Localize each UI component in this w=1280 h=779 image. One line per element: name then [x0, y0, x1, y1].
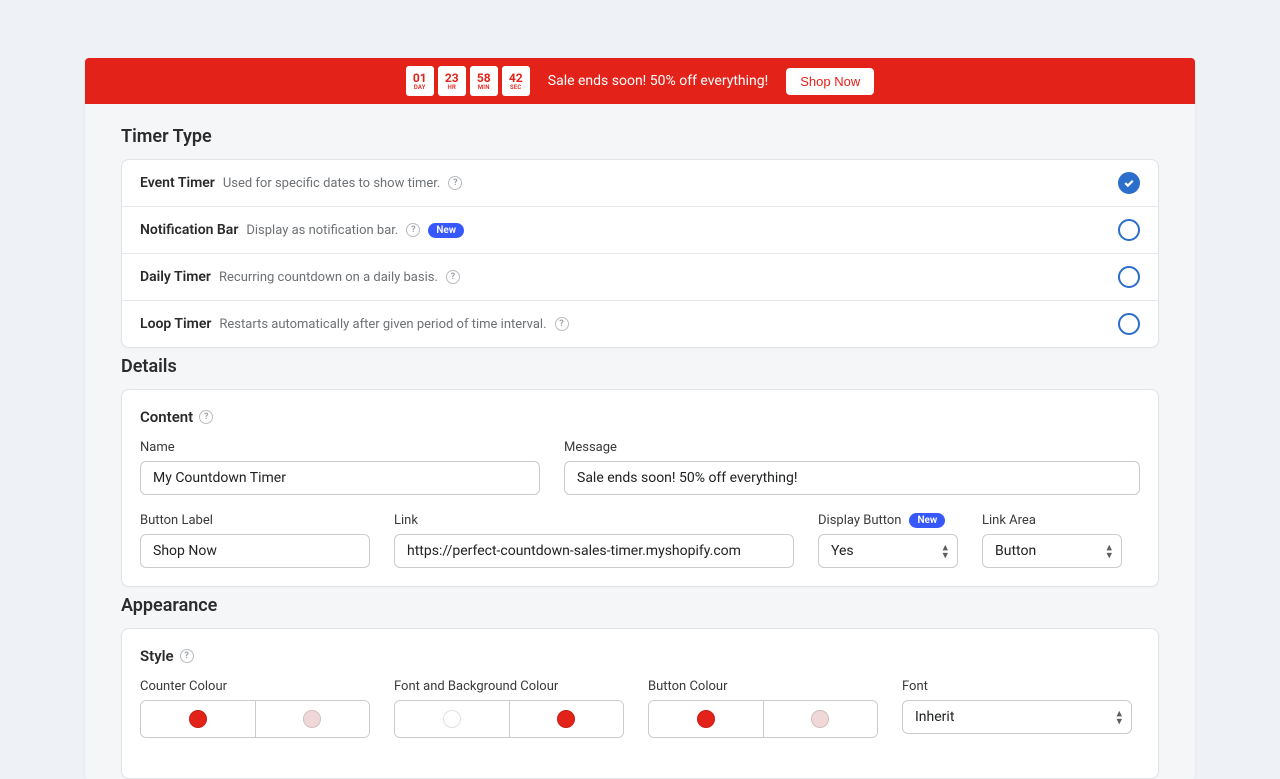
- new-badge: New: [428, 223, 464, 238]
- colour-dot-icon: [557, 710, 575, 728]
- timer-type-option-daily[interactable]: Daily Timer Recurring countdown on a dai…: [122, 254, 1158, 301]
- timer-type-option-loop[interactable]: Loop Timer Restarts automatically after …: [122, 301, 1158, 347]
- help-icon[interactable]: ?: [448, 176, 462, 190]
- link-label: Link: [394, 513, 794, 528]
- style-label: Style: [140, 647, 174, 665]
- timer-num: 01: [413, 72, 427, 84]
- colour-dot-icon: [189, 710, 207, 728]
- radio-selected-icon[interactable]: [1118, 172, 1140, 194]
- message-input[interactable]: [564, 461, 1140, 495]
- style-subheading: Style ?: [140, 647, 1140, 665]
- colour-swatch[interactable]: [509, 701, 624, 737]
- colour-dot-icon: [303, 710, 321, 728]
- section-title-details: Details: [121, 356, 1159, 377]
- colour-swatch[interactable]: [255, 701, 370, 737]
- message-label: Message: [564, 440, 1140, 455]
- help-icon[interactable]: ?: [446, 270, 460, 284]
- display-button-label-text: Display Button: [818, 513, 901, 528]
- option-name: Notification Bar: [140, 222, 238, 238]
- colour-swatch[interactable]: [649, 701, 763, 737]
- option-name: Daily Timer: [140, 269, 211, 285]
- timer-box-hr: 23 HR: [438, 66, 466, 96]
- display-button-label: Display Button New: [818, 513, 958, 528]
- display-button-select[interactable]: Yes: [818, 534, 958, 568]
- new-badge: New: [909, 513, 945, 528]
- name-input[interactable]: [140, 461, 540, 495]
- font-label: Font: [902, 679, 1132, 694]
- content-subheading: Content ?: [140, 408, 1140, 426]
- colour-swatch[interactable]: [141, 701, 255, 737]
- content-label: Content: [140, 408, 193, 426]
- option-desc: Used for specific dates to show timer.: [223, 176, 441, 191]
- appearance-card: Style ? Counter Colour Font and Backgrou…: [121, 628, 1159, 779]
- colour-dot-icon: [443, 710, 461, 728]
- section-title-appearance: Appearance: [121, 595, 1159, 616]
- colour-dot-icon: [697, 710, 715, 728]
- counter-colour-label: Counter Colour: [140, 679, 370, 694]
- app-shell: 01 DAY 23 HR 58 MIN 42 SEC Sale ends soo…: [85, 58, 1195, 779]
- details-card: Content ? Name Message: [121, 389, 1159, 587]
- countdown-timer: 01 DAY 23 HR 58 MIN 42 SEC: [406, 66, 530, 96]
- page-content: Timer Type Event Timer Used for specific…: [85, 104, 1195, 779]
- colour-swatch[interactable]: [763, 701, 878, 737]
- timer-type-card: Event Timer Used for specific dates to s…: [121, 159, 1159, 348]
- timer-type-option-notification[interactable]: Notification Bar Display as notification…: [122, 207, 1158, 254]
- name-label: Name: [140, 440, 540, 455]
- button-label-label: Button Label: [140, 513, 370, 528]
- font-select[interactable]: Inherit: [902, 700, 1132, 734]
- link-area-label: Link Area: [982, 513, 1122, 528]
- timer-box-min: 58 MIN: [470, 66, 498, 96]
- help-icon[interactable]: ?: [199, 410, 213, 424]
- button-label-input[interactable]: [140, 534, 370, 568]
- counter-colour-picker: [140, 700, 370, 738]
- colour-swatch[interactable]: [395, 701, 509, 737]
- radio-icon[interactable]: [1118, 266, 1140, 288]
- radio-icon[interactable]: [1118, 219, 1140, 241]
- timer-lbl: MIN: [478, 85, 490, 91]
- banner-message: Sale ends soon! 50% off everything!: [548, 73, 768, 89]
- help-icon[interactable]: ?: [180, 649, 194, 663]
- timer-box-day: 01 DAY: [406, 66, 434, 96]
- font-bg-label: Font and Background Colour: [394, 679, 624, 694]
- button-colour-label: Button Colour: [648, 679, 878, 694]
- link-area-select[interactable]: Button: [982, 534, 1122, 568]
- shop-now-button[interactable]: Shop Now: [786, 68, 874, 95]
- link-input[interactable]: [394, 534, 794, 568]
- option-name: Event Timer: [140, 175, 215, 191]
- timer-num: 58: [477, 72, 491, 84]
- option-desc: Display as notification bar.: [246, 223, 398, 238]
- section-title-timer-type: Timer Type: [121, 126, 1159, 147]
- timer-lbl: DAY: [414, 85, 426, 91]
- option-desc: Restarts automatically after given perio…: [219, 317, 546, 332]
- font-bg-colour-picker: [394, 700, 624, 738]
- timer-box-sec: 42 SEC: [502, 66, 530, 96]
- radio-icon[interactable]: [1118, 313, 1140, 335]
- colour-dot-icon: [811, 710, 829, 728]
- help-icon[interactable]: ?: [406, 223, 420, 237]
- timer-lbl: HR: [448, 85, 456, 91]
- option-name: Loop Timer: [140, 316, 211, 332]
- timer-type-option-event[interactable]: Event Timer Used for specific dates to s…: [122, 160, 1158, 207]
- button-colour-picker: [648, 700, 878, 738]
- timer-num: 42: [509, 72, 523, 84]
- help-icon[interactable]: ?: [555, 317, 569, 331]
- timer-num: 23: [445, 72, 459, 84]
- timer-lbl: SEC: [510, 85, 522, 91]
- option-desc: Recurring countdown on a daily basis.: [219, 270, 438, 285]
- promo-banner: 01 DAY 23 HR 58 MIN 42 SEC Sale ends soo…: [85, 58, 1195, 104]
